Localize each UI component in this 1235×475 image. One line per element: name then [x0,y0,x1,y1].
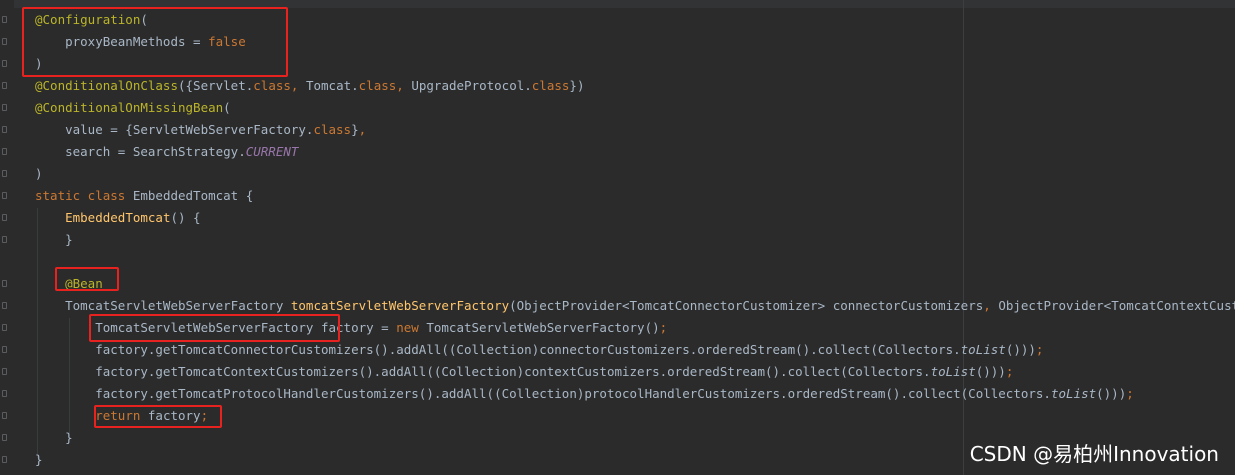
highlight-box-configuration [22,7,288,77]
code-line[interactable]: } [0,229,1235,251]
code-token: () { [170,210,201,225]
code-token: tomcatServletWebServerFactory [290,298,510,313]
code-token: EmbeddedTomcat { [132,188,254,203]
code-line[interactable]: factory.getTomcatProtocolHandlerCustomiz… [0,383,1235,405]
watermark: CSDN @易柏州Innovation [969,442,1219,466]
code-token: search = SearchStrategy. [35,144,246,159]
code-token: toList [960,342,1006,357]
highlight-box-bean [55,267,119,291]
code-token: ; [659,320,668,335]
code-token: static class [35,188,133,203]
code-line[interactable]: static class EmbeddedTomcat { [0,185,1235,207]
code-token: factory.getTomcatContextCustomizers().ad… [35,364,931,379]
code-token: } [35,452,43,467]
code-token: , [396,78,412,93]
code-token: ObjectProvider<TomcatContextCustomizer> … [998,298,1235,313]
code-token: , [983,298,999,313]
highlight-box-factory-declaration [89,314,340,342]
code-line[interactable]: factory.getTomcatConnectorCustomizers().… [0,339,1235,361]
code-line[interactable]: factory.getTomcatContextCustomizers().ad… [0,361,1235,383]
code-token: TomcatServletWebServerFactory() [426,320,660,335]
code-line[interactable]: @Bean [0,273,1235,295]
code-token: toList [930,364,976,379]
code-token: ; [1005,364,1014,379]
code-token: EmbeddedTomcat [65,210,171,225]
code-token: ) [35,166,43,181]
code-token: TomcatServletWebServerFactory [35,298,291,313]
code-token: ; [1035,342,1044,357]
code-token: , [358,122,367,137]
code-line[interactable]: value = {ServletWebServerFactory.class}, [0,119,1235,141]
code-token: factory.getTomcatConnectorCustomizers().… [35,342,961,357]
code-area[interactable]: @Configuration( proxyBeanMethods = false… [0,9,1235,471]
code-token: @ConditionalOnMissingBean [35,100,224,115]
code-line[interactable]: EmbeddedTomcat() { [0,207,1235,229]
code-token: ({Servlet. [178,78,254,93]
code-token: class [358,78,397,93]
highlight-box-return [94,405,222,428]
code-token: Tomcat. [305,78,359,93]
code-token: ( [223,100,231,115]
code-token: ())) [975,364,1006,379]
code-token: class [531,78,570,93]
code-token: ())) [1096,386,1127,401]
code-token: } [35,430,73,445]
code-token: ())) [1005,342,1036,357]
code-token: } [351,122,359,137]
code-line[interactable] [0,251,1235,273]
code-token: value = {ServletWebServerFactory. [35,122,314,137]
code-token: ; [1126,386,1134,401]
code-token: CURRENT [245,144,299,159]
code-token: , [290,78,306,93]
code-token: UpgradeProtocol. [411,78,532,93]
code-editor[interactable]: @Configuration( proxyBeanMethods = false… [0,0,1235,475]
code-token: class [253,78,291,93]
code-token: new [396,320,427,335]
code-line[interactable]: ) [0,163,1235,185]
code-token: toList [1050,386,1097,401]
code-token: (ObjectProvider<TomcatConnectorCustomize… [509,298,984,313]
code-token: }) [569,78,585,93]
code-line[interactable]: search = SearchStrategy.CURRENT [0,141,1235,163]
code-token: } [35,232,73,247]
code-token: factory.getTomcatProtocolHandlerCustomiz… [35,386,1051,401]
code-line[interactable]: @ConditionalOnMissingBean( [0,97,1235,119]
code-token: class [313,122,352,137]
code-line[interactable]: @ConditionalOnClass({Servlet.class, Tomc… [0,75,1235,97]
code-token: @ConditionalOnClass [35,78,178,93]
